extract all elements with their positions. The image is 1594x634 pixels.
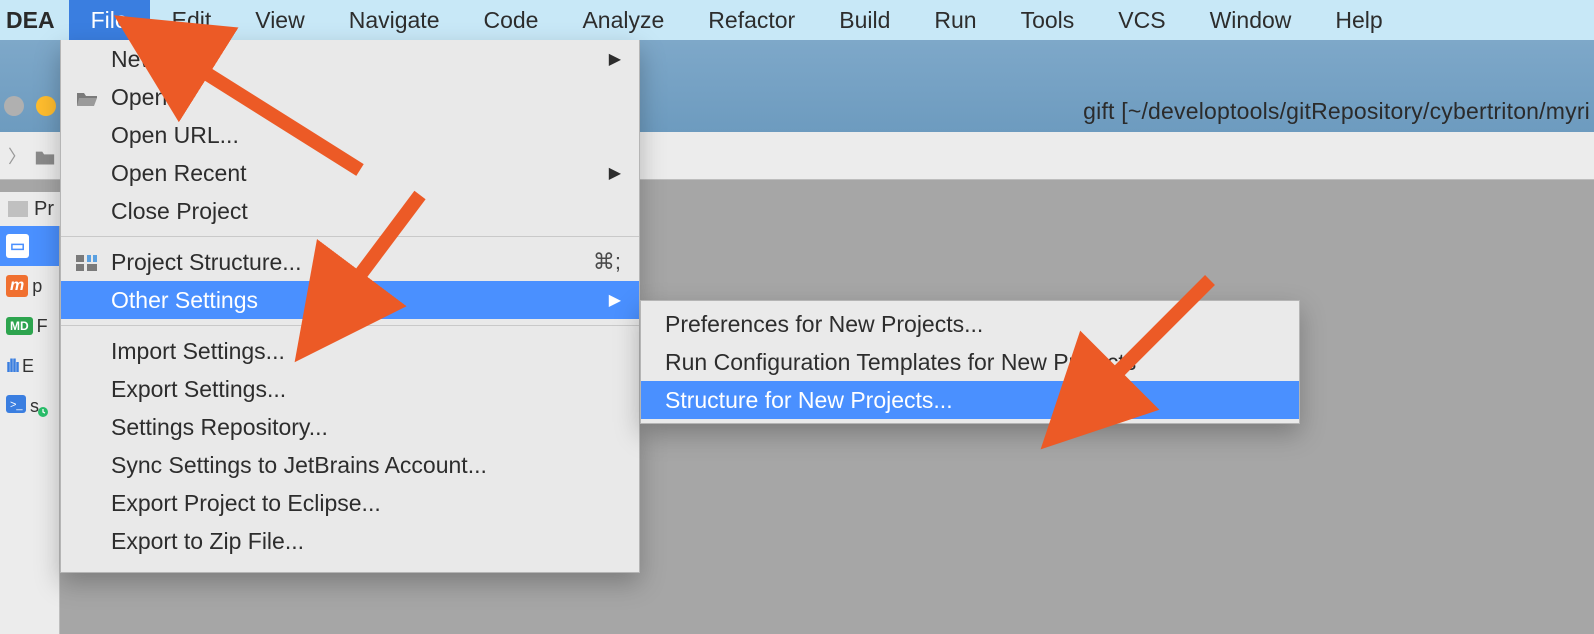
submenu-label: Preferences for New Projects... [665, 311, 983, 338]
menu-item-sync-settings[interactable]: Sync Settings to JetBrains Account... [61, 446, 639, 484]
menu-item-other-settings[interactable]: Other Settings ▶ [61, 281, 639, 319]
menu-bar: DEA File Edit View Navigate Code Analyze… [0, 0, 1594, 40]
project-icon [8, 201, 28, 217]
app-name: DEA [0, 7, 69, 34]
menu-item-open-recent[interactable]: Open Recent ▶ [61, 154, 639, 192]
project-label: Pr [34, 198, 54, 221]
menu-item-label: Other Settings [111, 287, 258, 314]
menu-item-label: Export Project to Eclipse... [111, 490, 381, 517]
tool-window-gutter: ▭ m p MD F ıllı E >_ s [0, 226, 60, 634]
gutter-item-terminal[interactable]: >_ s [0, 386, 59, 426]
menu-edit[interactable]: Edit [150, 0, 234, 40]
submenu-item-structure-new-projects[interactable]: Structure for New Projects... [641, 381, 1299, 419]
menu-item-label: Export Settings... [111, 376, 286, 403]
menu-item-label: Import Settings... [111, 338, 285, 365]
menu-item-new[interactable]: New ▶ [61, 40, 639, 78]
menu-item-export-zip[interactable]: Export to Zip File... [61, 522, 639, 560]
menu-code[interactable]: Code [461, 0, 560, 40]
traffic-close-icon[interactable] [4, 96, 24, 116]
svg-text:>_: >_ [10, 399, 23, 411]
menu-vcs[interactable]: VCS [1096, 0, 1187, 40]
other-settings-submenu: Preferences for New Projects... Run Conf… [640, 300, 1300, 424]
submenu-arrow-icon: ▶ [609, 163, 621, 183]
submenu-arrow-icon: ▶ [609, 49, 621, 69]
submenu-item-preferences-new-projects[interactable]: Preferences for New Projects... [641, 305, 1299, 343]
menu-item-export-eclipse[interactable]: Export Project to Eclipse... [61, 484, 639, 522]
project-structure-icon [75, 252, 99, 272]
gutter-label: p [32, 276, 42, 297]
gutter-item-stats[interactable]: ıllı E [0, 346, 59, 386]
traffic-minimize-icon[interactable] [36, 96, 56, 116]
project-tool-header[interactable]: Pr [0, 192, 60, 226]
menu-item-label: New [111, 46, 157, 73]
menu-build[interactable]: Build [817, 0, 912, 40]
menu-item-label: Export to Zip File... [111, 528, 304, 555]
submenu-item-run-config-templates[interactable]: Run Configuration Templates for New Proj… [641, 343, 1299, 381]
menu-item-open[interactable]: Open... [61, 78, 639, 116]
gutter-label: E [22, 356, 34, 377]
terminal-icon: >_ [6, 395, 26, 418]
menu-item-close-project[interactable]: Close Project [61, 192, 639, 230]
menu-item-label: Close Project [111, 198, 248, 225]
menu-item-project-structure[interactable]: Project Structure... ⌘; [61, 243, 639, 281]
stats-icon: ıllı [6, 356, 18, 377]
menu-item-label: Open... [111, 84, 186, 111]
menu-separator [61, 236, 639, 237]
menu-item-label: Sync Settings to JetBrains Account... [111, 452, 487, 479]
gutter-item-selected[interactable]: ▭ [0, 226, 59, 266]
menu-item-import-settings[interactable]: Import Settings... [61, 332, 639, 370]
chevron-right-icon: 〉 [8, 143, 26, 169]
maven-icon: m [6, 275, 28, 297]
submenu-label: Run Configuration Templates for New Proj… [665, 349, 1136, 376]
menu-item-open-url[interactable]: Open URL... [61, 116, 639, 154]
menu-item-settings-repository[interactable]: Settings Repository... [61, 408, 639, 446]
menu-analyze[interactable]: Analyze [560, 0, 686, 40]
menu-run[interactable]: Run [912, 0, 998, 40]
menu-help[interactable]: Help [1313, 0, 1404, 40]
folder-open-icon [75, 87, 99, 107]
submenu-label: Structure for New Projects... [665, 387, 953, 414]
menu-shortcut: ⌘; [593, 249, 621, 275]
gutter-item-maven[interactable]: m p [0, 266, 59, 306]
menu-navigate[interactable]: Navigate [327, 0, 462, 40]
menu-separator [61, 325, 639, 326]
toolwindow-icon: ▭ [6, 234, 29, 258]
window-title: gift [~/developtools/gitRepository/cyber… [1083, 98, 1590, 125]
file-menu: New ▶ Open... Open URL... Open Recent ▶ … [60, 40, 640, 573]
menu-view[interactable]: View [233, 0, 326, 40]
gutter-label: F [37, 316, 48, 337]
menu-item-label: Project Structure... [111, 249, 301, 276]
clock-badge-icon [37, 402, 49, 423]
menu-item-export-settings[interactable]: Export Settings... [61, 370, 639, 408]
menu-item-label: Settings Repository... [111, 414, 328, 441]
submenu-arrow-icon: ▶ [609, 290, 621, 310]
menu-window[interactable]: Window [1188, 0, 1314, 40]
menu-item-label: Open Recent [111, 160, 247, 187]
gutter-item-markdown[interactable]: MD F [0, 306, 59, 346]
menu-refactor[interactable]: Refactor [686, 0, 817, 40]
markdown-icon: MD [6, 317, 33, 335]
menu-item-label: Open URL... [111, 122, 239, 149]
menu-file[interactable]: File [69, 0, 150, 40]
menu-tools[interactable]: Tools [999, 0, 1097, 40]
folder-icon [34, 147, 56, 165]
